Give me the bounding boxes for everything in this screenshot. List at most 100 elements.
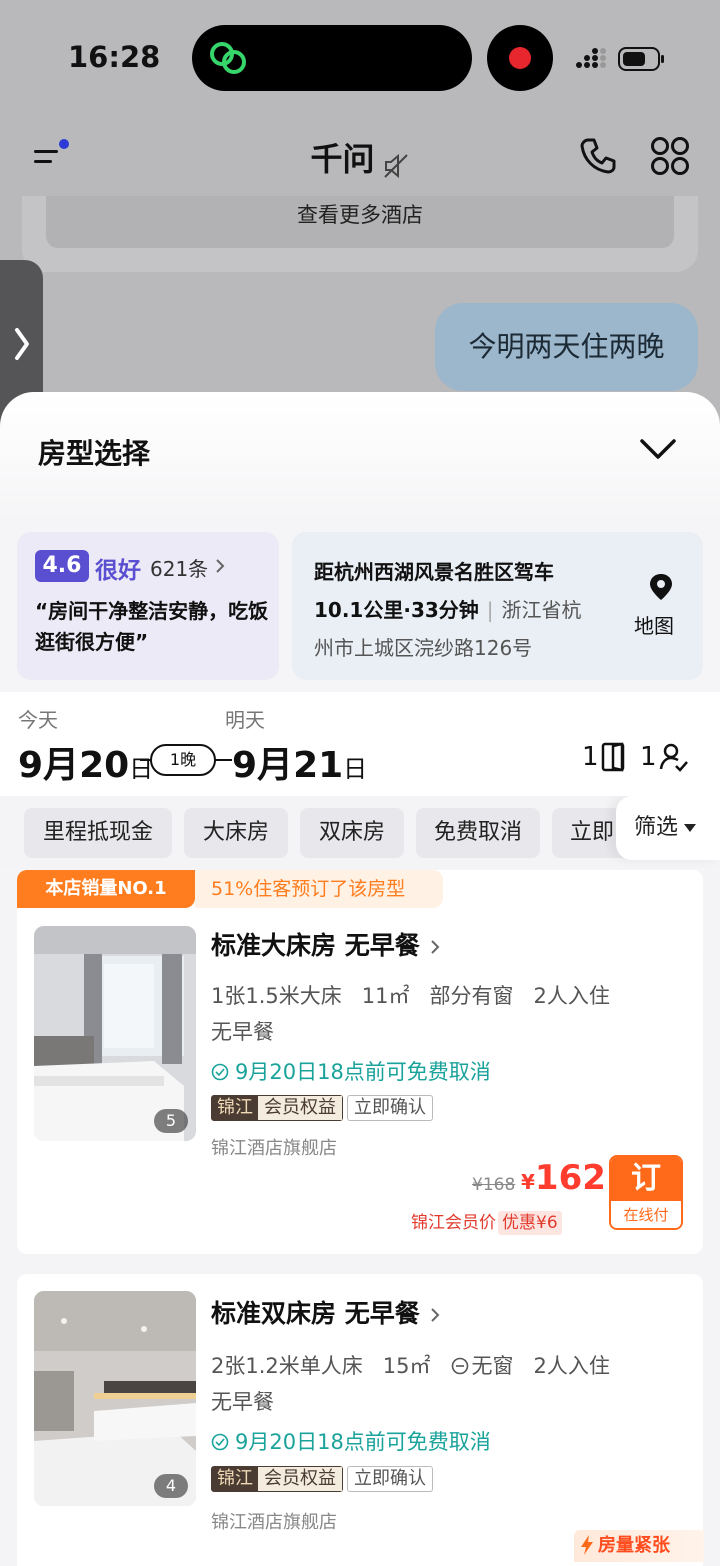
location-card[interactable]: 距杭州西湖风景名胜区驾车 10.1公里·33分钟 | 浙江省杭 州市上城区浣纱路12… (292, 532, 703, 680)
room-name-text: 标准大床房 无早餐 (211, 931, 420, 960)
checkout-label: 明天 (225, 708, 265, 732)
free-cancel-policy: 9月20日18点前可免费取消 (211, 1056, 491, 1086)
room-photo[interactable]: 4 (34, 1291, 196, 1506)
check-circle-icon (211, 1433, 229, 1451)
meal-plan: 无早餐 (211, 1020, 274, 1044)
room-card[interactable]: 本店销量NO.1 51%住客预订了该房型 5 标准大床房 无早餐 1张1.5米大… (17, 870, 703, 1254)
chevron-right-icon (431, 1308, 440, 1322)
photo-count: 5 (154, 1109, 188, 1133)
address-part1: 浙江省杭 (501, 598, 582, 622)
chevron-right-icon (15, 328, 29, 360)
cancel-text: 9月20日18点前可免费取消 (235, 1430, 491, 1454)
recording-indicator (487, 25, 553, 91)
status-bar: 16:28 (0, 0, 720, 110)
address-part2: 州市上城区浣纱路126号 (314, 636, 533, 660)
filter-chip[interactable]: 免费取消 (416, 808, 540, 858)
cancel-text: 9月20日18点前可免费取消 (235, 1060, 491, 1084)
filter-chip[interactable]: 双床房 (300, 808, 404, 858)
filter-button[interactable]: 筛选 (616, 796, 720, 860)
guests-count[interactable]: 1 (640, 742, 657, 772)
status-time: 16:28 (68, 40, 161, 74)
benefit-label: 会员权益 (258, 1096, 342, 1120)
filter-chip-row: 里程抵现金 大床房 双床房 免费取消 立即 筛选 (0, 796, 720, 868)
member-badge: 锦江 会员权益 (211, 1466, 343, 1492)
rating-word: 很好 (95, 558, 141, 584)
occupancy-spec: 2人入住 (533, 984, 610, 1008)
map-button[interactable]: 地图 (622, 532, 703, 680)
checkin-date[interactable]: 9月20日 (18, 736, 153, 788)
book-button[interactable]: 订 在线付 (609, 1155, 683, 1230)
free-cancel-policy: 9月20日18点前可免费取消 (211, 1426, 491, 1456)
map-label: 地图 (634, 614, 674, 638)
price-currency: ¥ (521, 1170, 535, 1194)
room-name[interactable]: 标准大床房 无早餐 (211, 926, 440, 962)
nav-bar: 千问 (0, 120, 720, 192)
drive-distance: 10.1公里·33分钟 (314, 598, 479, 622)
checkin-month: 9月 (18, 745, 80, 786)
benefit-label: 会员权益 (258, 1467, 342, 1491)
window-spec: 无窗 (451, 1354, 514, 1378)
instant-confirm-badge: 立即确认 (347, 1095, 433, 1121)
date-selector[interactable]: 今天 明天 9月20日 1晚 9月21日 1 1 (0, 692, 720, 796)
room-badges: 锦江 会员权益 立即确认 (211, 1466, 433, 1494)
more-hotels-button[interactable]: 查看更多酒店 (46, 196, 674, 248)
caret-down-icon (684, 824, 697, 832)
phone-icon[interactable] (578, 136, 618, 176)
chevron-right-icon (431, 940, 440, 954)
location-distance: 10.1公里·33分钟 | 浙江省杭 (314, 598, 582, 622)
room-selection-sheet: 房型选择 4.6 很好 621条 “房间干净整洁安静，吃饭逛街很方便” 距杭州西… (0, 392, 720, 1566)
review-count: 621条 (150, 557, 209, 581)
brand-label: 锦江 (212, 1467, 258, 1491)
speaker-muted-icon[interactable] (382, 152, 410, 180)
room-card[interactable]: 4 标准双床房 无早餐 2张1.2米单人床 15㎡ 无窗 2人入住 无早餐 9月20日… (17, 1274, 703, 1566)
pay-online-label: 在线付 (611, 1201, 681, 1228)
filter-chip[interactable]: 里程抵现金 (24, 808, 172, 858)
checkin-label: 今天 (18, 708, 58, 732)
window-spec-text: 无窗 (471, 1354, 514, 1378)
checkout-day: 21 (293, 745, 344, 786)
rooms-count[interactable]: 1 (582, 742, 599, 772)
shop-name: 锦江酒店旗舰店 (211, 1138, 337, 1159)
shop-name: 锦江酒店旗舰店 (211, 1512, 337, 1533)
sales-rank-tag: 本店销量NO.1 (17, 870, 195, 908)
booking-share-note: 51%住客预订了该房型 (195, 870, 443, 908)
room-badges: 锦江 会员权益 立即确认 (211, 1095, 433, 1123)
filter-button-label: 筛选 (634, 815, 679, 840)
low-availability-tag: 房量紧张 (574, 1530, 704, 1562)
area-spec: 15㎡ (382, 1354, 431, 1378)
battery-icon (618, 47, 664, 71)
link-app-icon (210, 42, 246, 74)
signal-icon (576, 48, 606, 68)
bed-spec: 1张1.5米大床 (211, 984, 342, 1008)
user-message-bubble: 今明两天住两晚 (435, 303, 698, 391)
window-spec: 部分有窗 (429, 984, 514, 1008)
member-price-label: 锦江会员价 (411, 1213, 496, 1233)
room-name-text: 标准双床房 无早餐 (211, 1299, 420, 1328)
instant-confirm-badge: 立即确认 (347, 1466, 433, 1492)
member-badge: 锦江 会员权益 (211, 1095, 343, 1121)
chevron-right-icon (216, 559, 225, 573)
room-specs: 1张1.5米大床 11㎡ 部分有窗 2人入住 (211, 980, 630, 1010)
book-label: 订 (611, 1157, 681, 1201)
room-photo[interactable]: 5 (34, 926, 196, 1141)
chevron-down-icon[interactable] (638, 436, 678, 462)
map-pin-icon (650, 574, 672, 600)
filter-chip[interactable]: 大床房 (184, 808, 288, 858)
checkout-date[interactable]: 9月21日 (232, 736, 367, 788)
price-value: 162 (534, 1158, 606, 1198)
nights-count: 1晚 (150, 744, 216, 776)
apps-grid-icon[interactable] (648, 134, 692, 178)
brand-label: 锦江 (212, 1096, 258, 1120)
check-circle-icon (211, 1063, 229, 1081)
member-price[interactable]: 锦江会员价 优惠¥6 (411, 1208, 562, 1235)
review-quote: “房间干净整洁安静，吃饭逛街很方便” (35, 599, 269, 654)
bed-spec: 2张1.2米单人床 (211, 1354, 363, 1378)
checkout-day-suffix: 日 (343, 755, 368, 783)
checkout-month: 9月 (232, 745, 294, 786)
rating-card[interactable]: 4.6 很好 621条 “房间干净整洁安静，吃饭逛街很方便” (17, 532, 279, 680)
low-availability-label: 房量紧张 (598, 1535, 670, 1556)
current-price: ¥162 (521, 1158, 606, 1198)
original-price: ¥168 (472, 1175, 516, 1195)
room-name[interactable]: 标准双床房 无早餐 (211, 1294, 440, 1330)
hotel-list-card: 查看更多酒店 (22, 196, 698, 272)
